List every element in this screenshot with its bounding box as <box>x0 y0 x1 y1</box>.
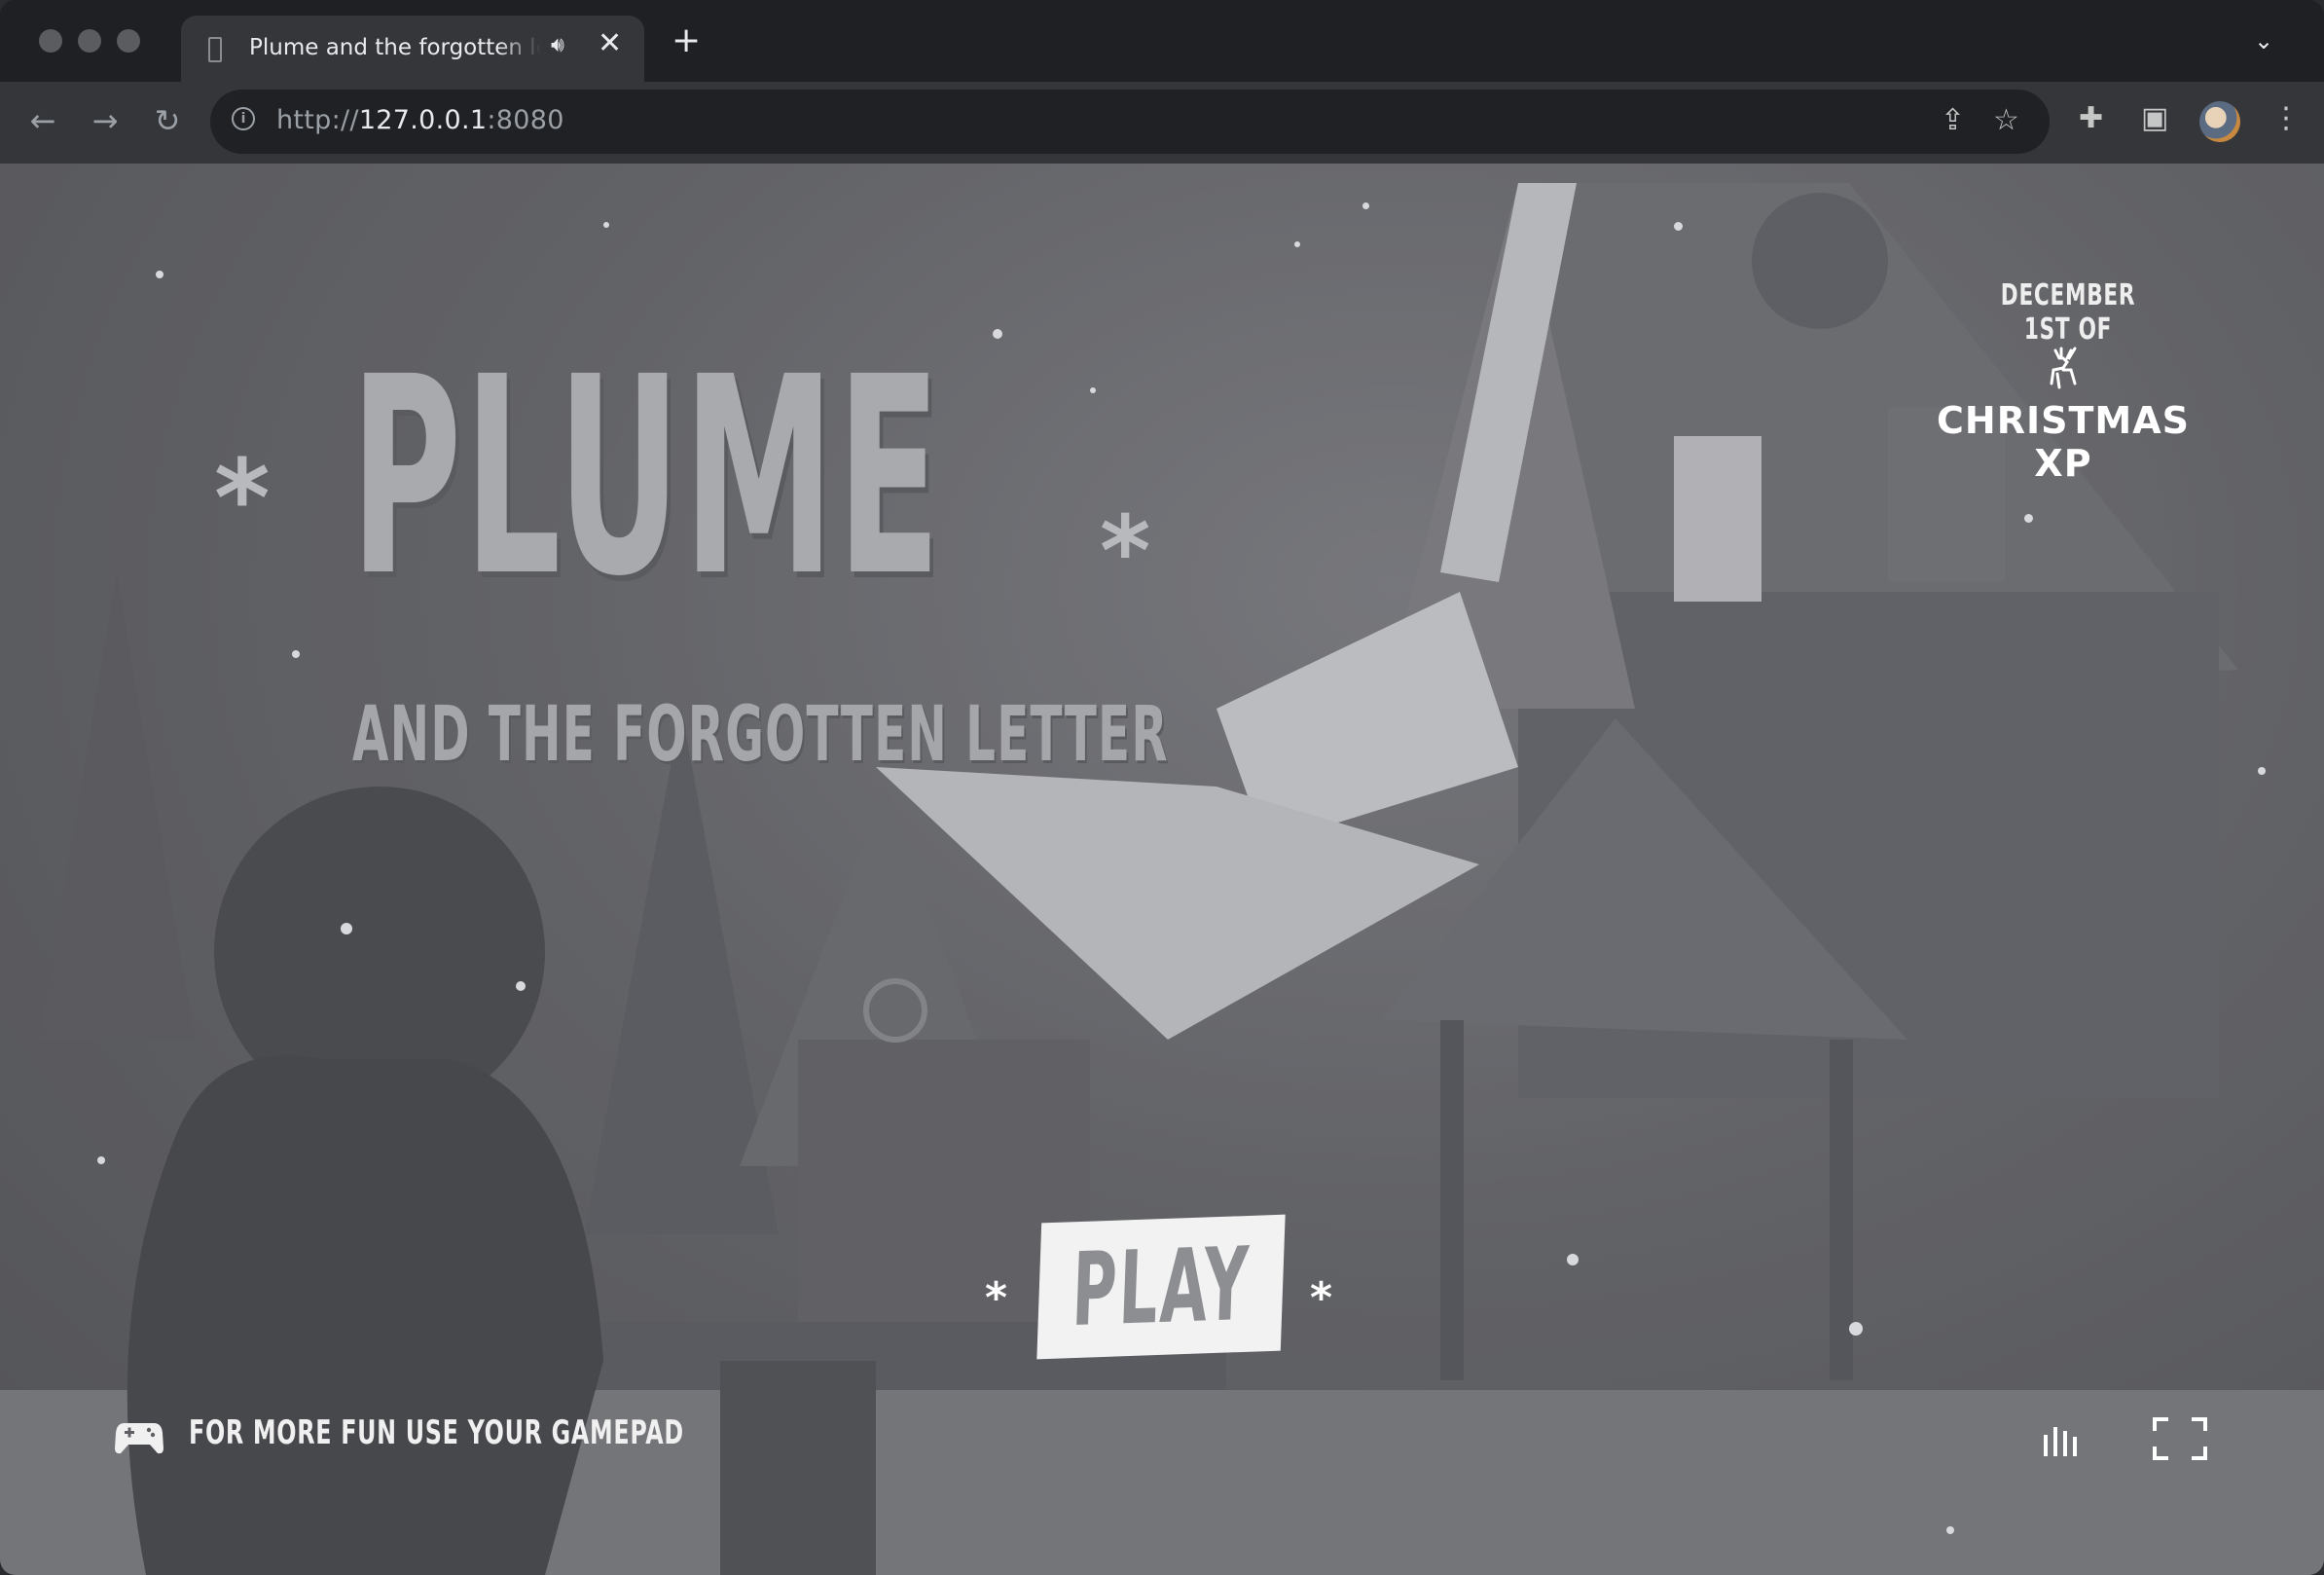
close-icon[interactable]: ✕ <box>598 29 622 58</box>
speaker-icon[interactable]: 🔊︎ <box>551 33 564 57</box>
sound-bars-icon[interactable] <box>2042 1423 2081 1456</box>
plus-icon[interactable]: + <box>672 23 701 58</box>
side-panel-icon[interactable]: ▣ <box>2141 101 2168 136</box>
avatar[interactable] <box>2199 101 2240 142</box>
chevron-down-icon[interactable]: ⌄ <box>2254 27 2273 55</box>
share-icon[interactable]: ⇪ <box>1941 103 1965 138</box>
back-arrow-icon[interactable]: ← <box>23 101 62 140</box>
tab-plume[interactable]: Plume and the forgotten letter 🔊︎ ✕ <box>181 16 644 82</box>
extensions-icon[interactable]: ✚ <box>2079 101 2103 136</box>
fullscreen-icon[interactable] <box>2153 1417 2207 1460</box>
tab-strip: Plume and the forgotten letter 🔊︎ ✕ + ⌄ <box>0 0 2324 82</box>
christmas-date-label: DECEMBER 1ST OF <box>2000 278 2136 347</box>
play-button-label: PLAY <box>1070 1224 1253 1350</box>
star-icon[interactable]: ☆ <box>1993 103 2019 138</box>
reload-icon[interactable]: ↻ <box>148 101 187 140</box>
play-button[interactable]: PLAY <box>1036 1214 1286 1360</box>
game-title: PLUME <box>350 319 944 637</box>
close-window-button[interactable] <box>39 29 62 53</box>
play-star-left: * <box>985 1273 1008 1323</box>
gamepad-hint-text: FOR MORE FUN USE YOUR GAMEPAD <box>189 1413 684 1452</box>
address-bar[interactable]: i http://127.0.0.1:8080 ⇪ ☆ <box>210 90 2050 154</box>
tab-title: Plume and the forgotten letter <box>249 35 541 60</box>
minimize-window-button[interactable] <box>78 29 101 53</box>
play-star-right: * <box>1310 1273 1333 1323</box>
game-canvas[interactable]: * PLUME * AND THE FORGOTTEN LETTER DECEM… <box>0 164 2324 1575</box>
gamepad-icon <box>115 1423 163 1454</box>
game-subtitle: AND THE FORGOTTEN LETTER <box>352 691 1169 779</box>
more-icon[interactable]: ⋮ <box>2271 101 2301 136</box>
page-icon <box>208 37 222 62</box>
browser-window: Plume and the forgotten letter 🔊︎ ✕ + ⌄ … <box>0 0 2324 1575</box>
forward-arrow-icon[interactable]: → <box>86 101 125 140</box>
browser-toolbar: ← → ↻ i http://127.0.0.1:8080 ⇪ ☆ <box>0 82 2324 164</box>
zoom-window-button[interactable] <box>117 29 140 53</box>
info-icon[interactable]: i <box>232 107 255 130</box>
village-scene-illustration <box>0 164 2324 1575</box>
christmas-xp-brand: CHRISTMAS XP <box>1937 399 2190 485</box>
title-star-right: * <box>1100 494 1151 608</box>
reindeer-icon <box>2050 347 2077 389</box>
title-star-left: * <box>214 436 271 561</box>
url-text[interactable]: http://127.0.0.1:8080 <box>276 105 564 135</box>
